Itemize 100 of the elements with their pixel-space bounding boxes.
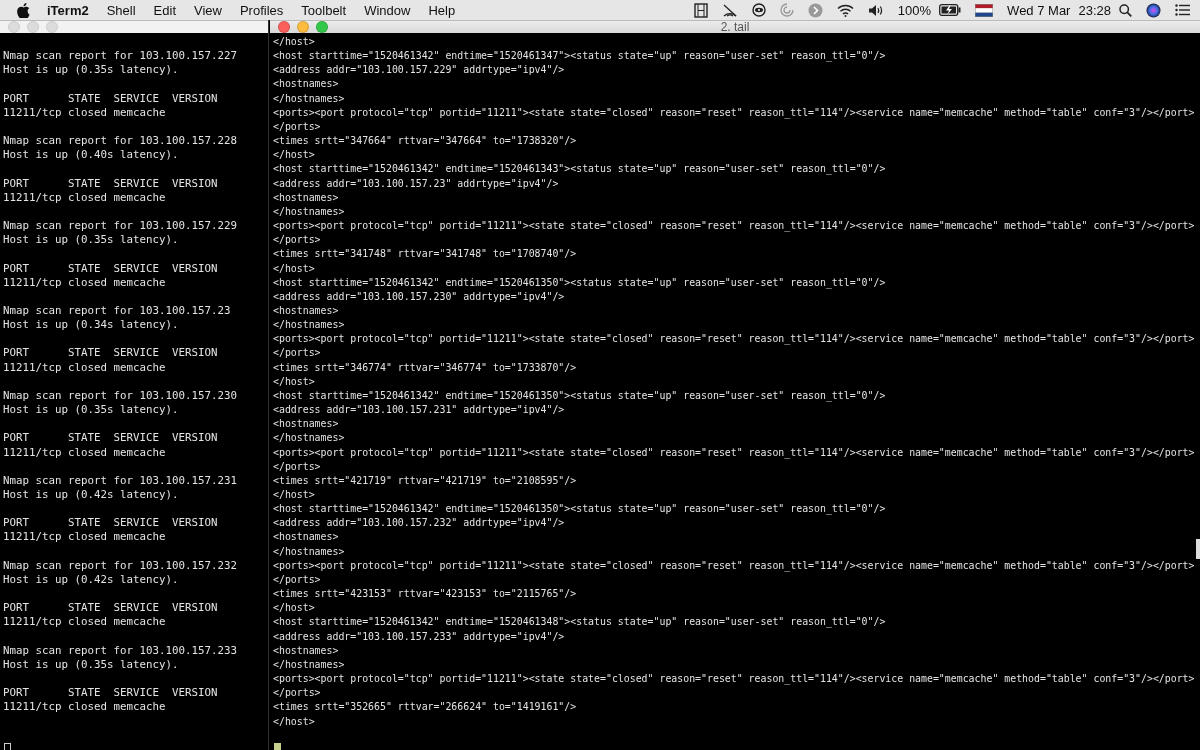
terminal-line: <address addr="103.100.157.231" addrtype="ipv4"/> — [273, 403, 565, 418]
terminal-line: <times srtt="347664" rttvar="347664" to="1738320"/> — [273, 134, 577, 149]
terminal-line: Host is up (0.35s latency). — [3, 233, 179, 248]
terminal-line: <hostnames> — [273, 77, 339, 92]
terminal-line: Nmap scan report for 103.100.157.232 — [3, 558, 237, 573]
terminal-line: <hostnames> — [273, 190, 339, 205]
menu-item[interactable]: Shell — [106, 2, 136, 18]
terminal-line: </ports> — [273, 572, 321, 587]
battery-charging-icon[interactable] — [939, 4, 962, 16]
terminal-line: <ports><port protocol="tcp" portid="11211"><state state="closed" reason="reset" reason_ttl="114"/><service name="memcache" method="table" conf="3"/></port> — [273, 558, 1195, 573]
clock-time[interactable]: 23:28 — [1078, 2, 1111, 18]
terminal-line: Nmap scan report for 103.100.157.229 — [3, 219, 237, 234]
clock-date[interactable]: Wed 7 Mar — [1007, 2, 1071, 18]
terminal-line: Nmap scan report for 103.100.157.230 — [3, 388, 237, 404]
terminal-line: 11211/tcp closed memcache — [3, 615, 166, 630]
terminal-line: PORT STATE SERVICE VERSION — [3, 261, 218, 276]
terminal-line: Nmap scan report for 103.100.157.227 — [3, 49, 237, 64]
terminal-line: </host> — [273, 261, 315, 276]
terminal-line: <host starttime="1520461342" endtime="1520461343"><status state="up" reason="user-set" reason_ttl="0"/> — [273, 162, 886, 177]
terminal-line: 11211/tcp closed memcache — [3, 700, 166, 715]
terminal-line: <address addr="103.100.157.229" addrtype="ipv4"/> — [273, 63, 565, 78]
terminal-line: </hostnames> — [273, 91, 345, 106]
arrow-circle-icon[interactable] — [807, 2, 823, 18]
terminal-line: <hostnames> — [273, 303, 339, 318]
terminal-line: PORT STATE SERVICE VERSION — [3, 91, 218, 106]
flag-icon[interactable] — [975, 3, 994, 17]
terminal-line: <address addr="103.100.157.232" addrtype="ipv4"/> — [273, 516, 565, 531]
terminal-line: <times srtt="423153" rttvar="423153" to="2115765"/> — [273, 587, 577, 602]
scroll-indicator — [1196, 539, 1200, 559]
speaker-icon[interactable] — [867, 3, 884, 17]
battery-percentage[interactable]: 100% — [897, 2, 932, 18]
menu-item[interactable]: Profiles — [239, 2, 284, 18]
terminal-line: </ports> — [273, 459, 321, 474]
terminal-line: <address addr="103.100.157.230" addrtype="ipv4"/> — [273, 289, 565, 304]
menu-item[interactable]: Window — [364, 2, 411, 18]
terminal-line: Nmap scan report for 103.100.157.23 — [3, 303, 231, 319]
terminal-line: </hostnames> — [273, 204, 345, 219]
window-title: 2. tail — [720, 20, 750, 34]
terminal-line: Host is up (0.42s latency). — [3, 572, 179, 588]
menu-item[interactable]: Toolbelt — [301, 2, 347, 18]
terminal-line: 11211/tcp closed memcache — [3, 445, 166, 460]
terminal-line: <times srtt="346774" rttvar="346774" to="1733870"/> — [273, 360, 577, 375]
terminal-line: PORT STATE SERVICE VERSION — [3, 686, 218, 701]
terminal-line: PORT STATE SERVICE VERSION — [3, 346, 218, 361]
terminal-line: </host> — [273, 488, 315, 502]
terminal-line: </hostnames> — [273, 544, 345, 559]
terminal-line: <times srtt="421719" rttvar="421719" to="2108595"/> — [273, 473, 577, 488]
terminal-line: Host is up (0.42s latency). — [3, 488, 179, 503]
terminal-line: </hostnames> — [273, 431, 345, 446]
terminal-line: <address addr="103.100.157.233" addrtype="ipv4"/> — [273, 629, 565, 644]
terminal-line: Host is up (0.34s latency). — [3, 318, 179, 333]
terminal-line: <hostnames> — [273, 417, 339, 432]
terminal-line: </ports> — [273, 119, 321, 134]
terminal-line: <ports><port protocol="tcp" portid="11211"><state state="closed" reason="reset" reason_ttl="114"/><service name="memcache" method="table" conf="3"/></port> — [273, 219, 1195, 234]
terminal-line: </ports> — [273, 233, 321, 248]
terminal-line: </hostnames> — [273, 318, 345, 333]
terminal-line: Nmap scan report for 103.100.157.231 — [3, 473, 237, 488]
terminal-line: Host is up (0.35s latency). — [3, 403, 179, 418]
film-strip-icon[interactable] — [693, 2, 708, 18]
app-menu[interactable]: iTerm2 — [47, 2, 89, 18]
terminal-line: </host> — [273, 35, 315, 49]
terminal-line: <ports><port protocol="tcp" portid="11211"><state state="closed" reason="reset" reason_ttl="114"/><service name="memcache" method="table" conf="3"/></port> — [273, 672, 1195, 687]
terminal-line: <host starttime="1520461342" endtime="1520461350"><status state="up" reason="user-set" reason_ttl="0"/> — [273, 275, 886, 290]
terminal-line: PORT STATE SERVICE VERSION — [3, 431, 218, 446]
menu-item[interactable]: Edit — [153, 2, 176, 18]
terminal-line: PORT STATE SERVICE VERSION — [3, 516, 218, 531]
list-icon[interactable] — [1175, 4, 1190, 16]
terminal-line: </ports> — [273, 686, 321, 701]
terminal-line: <hostnames> — [273, 643, 339, 658]
menu-item[interactable]: View — [194, 2, 222, 18]
terminal-line: <host starttime="1520461342" endtime="1520461350"><status state="up" reason="user-set" reason_ttl="0"/> — [273, 388, 886, 404]
terminal-line: </hostnames> — [273, 657, 345, 672]
terminal-line: 11211/tcp closed memcache — [3, 275, 166, 290]
terminal-line: 11211/tcp closed memcache — [3, 105, 166, 120]
terminal-line: </host> — [273, 148, 315, 163]
terminal-line: <address addr="103.100.157.23" addrtype="ipv4"/> — [273, 176, 559, 191]
apple-logo-icon[interactable] — [17, 2, 30, 18]
terminal-line: Host is up (0.35s latency). — [3, 63, 179, 78]
terminal-line: Nmap scan report for 103.100.157.233 — [3, 643, 237, 658]
terminal-line: PORT STATE SERVICE VERSION — [3, 601, 218, 616]
search-icon[interactable] — [1119, 3, 1132, 17]
terminal-line: <times srtt="352665" rttvar="266624" to="1419161"/> — [273, 700, 577, 715]
menu-item[interactable]: Help — [428, 2, 456, 18]
terminal-line: <host starttime="1520461342" endtime="1520461347"><status state="up" reason="user-set" reason_ttl="0"/> — [273, 49, 886, 64]
terminal-line: 11211/tcp closed memcache — [3, 360, 166, 375]
orb-icon[interactable] — [1146, 2, 1161, 18]
terminal-line: </host> — [273, 601, 315, 616]
terminal-line: </host> — [273, 714, 315, 729]
terminal-line: <host starttime="1520461342" endtime="1520461350"><status state="up" reason="user-set" reason_ttl="0"/> — [273, 502, 886, 517]
eye-icon[interactable] — [751, 3, 766, 17]
terminal-line: <ports><port protocol="tcp" portid="11211"><state state="closed" reason="reset" reason_ttl="114"/><service name="memcache" method="table" conf="3"/></port> — [273, 105, 1195, 120]
wifi-icon[interactable] — [836, 3, 854, 17]
terminal-line: Host is up (0.35s latency). — [3, 657, 179, 673]
terminal-line: <ports><port protocol="tcp" portid="11211"><state state="closed" reason="reset" reason_ttl="114"/><service name="memcache" method="table" conf="3"/></port> — [273, 445, 1195, 460]
terminal-line: 11211/tcp closed memcache — [3, 190, 166, 205]
terminal-line: 11211/tcp closed memcache — [3, 530, 166, 545]
terminal-line: <ports><port protocol="tcp" portid="11211"><state state="closed" reason="reset" reason_ttl="114"/><service name="memcache" method="table" conf="3"/></port> — [273, 332, 1195, 347]
terminal-line: PORT STATE SERVICE VERSION — [3, 176, 218, 191]
terminal-line: </host> — [273, 374, 315, 389]
terminal-line: <hostnames> — [273, 530, 339, 545]
